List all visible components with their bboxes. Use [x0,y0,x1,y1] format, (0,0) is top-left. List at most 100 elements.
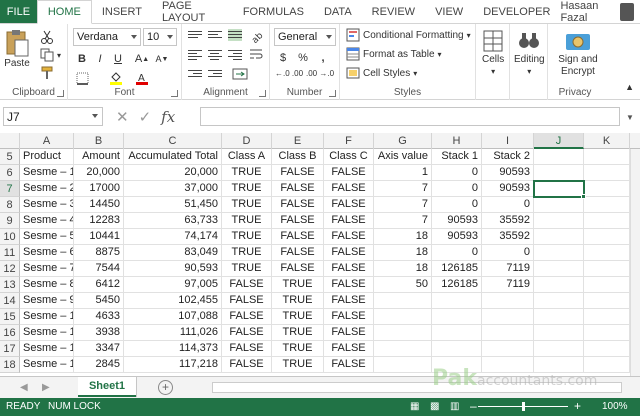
cell-g15[interactable] [374,309,432,325]
cell-d17[interactable]: FALSE [222,341,272,357]
cell-k13[interactable] [584,277,630,293]
cell-e16[interactable]: TRUE [272,325,324,341]
column-header-k[interactable]: K [584,133,630,149]
bold-button[interactable]: B [74,51,90,67]
cell-d14[interactable]: FALSE [222,293,272,309]
row-header-5[interactable]: 5 [0,149,20,165]
insert-function-button[interactable]: fx [161,108,175,126]
cell-h12[interactable]: 126185 [432,261,482,277]
comma-button[interactable]: , [315,50,331,66]
currency-button[interactable]: $ [275,50,291,66]
font-name-dropdown[interactable]: Verdana [73,28,141,46]
cell-b9[interactable]: 12283 [74,213,124,229]
page-break-view-icon[interactable]: ▥ [450,401,459,412]
cell-j12[interactable] [534,261,584,277]
tab-formulas[interactable]: FORMULAS [233,0,314,23]
cell-j17[interactable] [534,341,584,357]
format-as-table-button[interactable]: Format as Table ▾ [346,47,442,61]
cell-e6[interactable]: FALSE [272,165,324,181]
cell-k15[interactable] [584,309,630,325]
cell-g17[interactable] [374,341,432,357]
cell-b16[interactable]: 3938 [74,325,124,341]
cell-f9[interactable]: FALSE [324,213,374,229]
grow-font-button[interactable]: A ▲ [134,51,150,67]
cell-c16[interactable]: 111,026 [124,325,222,341]
number-format-dropdown[interactable]: General [274,28,336,46]
page-layout-view-icon[interactable]: ▩ [430,401,439,412]
cell-a10[interactable]: Sesme – 5 [20,229,74,245]
cell-b8[interactable]: 14450 [74,197,124,213]
cell-j11[interactable] [534,245,584,261]
cell-c9[interactable]: 63,733 [124,213,222,229]
cell-f8[interactable]: FALSE [324,197,374,213]
cell-i17[interactable] [482,341,534,357]
cell-i12[interactable]: 7119 [482,261,534,277]
cell-k5[interactable] [584,149,630,165]
row-header-10[interactable]: 10 [0,229,20,245]
cell-h6[interactable]: 0 [432,165,482,181]
cell-a11[interactable]: Sesme – 6 [20,245,74,261]
orientation-button[interactable]: ab [248,28,264,44]
cell-b18[interactable]: 2845 [74,357,124,373]
zoom-slider-handle[interactable] [522,402,525,411]
decrease-decimal-button[interactable]: .00 →.0 [306,70,334,78]
cell-i13[interactable]: 7119 [482,277,534,293]
cell-k9[interactable] [584,213,630,229]
column-header-d[interactable]: D [222,133,272,149]
cell-c11[interactable]: 83,049 [124,245,222,261]
row-header-8[interactable]: 8 [0,197,20,213]
paste-button[interactable]: Paste [4,28,30,70]
cell-a5[interactable]: Product [20,149,74,165]
collapse-ribbon-button[interactable]: ▲ [625,82,634,92]
cell-h16[interactable] [432,325,482,341]
cell-a6[interactable]: Sesme – 1 [20,165,74,181]
cell-h17[interactable] [432,341,482,357]
cell-e14[interactable]: TRUE [272,293,324,309]
cell-j5[interactable] [534,149,584,165]
wrap-text-button[interactable] [248,46,264,62]
cell-d18[interactable]: FALSE [222,357,272,373]
cell-e9[interactable]: FALSE [272,213,324,229]
align-center-icon[interactable] [208,48,222,60]
tab-insert[interactable]: INSERT [92,0,152,23]
enter-icon[interactable]: ✓ [139,108,152,126]
cell-g9[interactable]: 7 [374,213,432,229]
cell-d11[interactable]: TRUE [222,245,272,261]
italic-button[interactable]: I [92,51,108,67]
cell-j7[interactable] [534,181,584,197]
tab-page-layout[interactable]: PAGE LAYOUT [152,0,233,24]
font-color-button[interactable]: A [134,70,150,86]
cell-c15[interactable]: 107,088 [124,309,222,325]
cell-a9[interactable]: Sesme – 4 [20,213,74,229]
row-header-15[interactable]: 15 [0,309,20,325]
clipboard-launcher[interactable] [57,90,64,97]
tab-home[interactable]: HOME [36,0,92,24]
zoom-out-button[interactable]: – [470,399,477,413]
row-header-18[interactable]: 18 [0,357,20,373]
cell-g16[interactable] [374,325,432,341]
conditional-formatting-button[interactable]: Conditional Formatting ▾ [346,28,471,42]
select-all-corner[interactable] [0,133,20,149]
number-launcher[interactable] [329,90,336,97]
cell-styles-button[interactable]: Cell Styles ▾ [346,66,417,80]
cell-g8[interactable]: 7 [374,197,432,213]
cell-c13[interactable]: 97,005 [124,277,222,293]
cell-i10[interactable]: 35592 [482,229,534,245]
cell-c7[interactable]: 37,000 [124,181,222,197]
font-launcher[interactable] [171,90,178,97]
cell-c6[interactable]: 20,000 [124,165,222,181]
cell-a12[interactable]: Sesme – 7 [20,261,74,277]
cell-h11[interactable]: 0 [432,245,482,261]
cell-b6[interactable]: 20,000 [74,165,124,181]
column-header-e[interactable]: E [272,133,324,149]
cell-e15[interactable]: TRUE [272,309,324,325]
prev-sheet-icon[interactable]: ◀ [20,382,28,393]
cell-a15[interactable]: Sesme – 1 [20,309,74,325]
column-header-h[interactable]: H [432,133,482,149]
cell-f18[interactable]: FALSE [324,357,374,373]
cell-a14[interactable]: Sesme – 9 [20,293,74,309]
cell-a16[interactable]: Sesme – 1 [20,325,74,341]
font-size-dropdown[interactable]: 10 [143,28,177,46]
cell-f7[interactable]: FALSE [324,181,374,197]
normal-view-icon[interactable]: ▦ [410,401,419,412]
